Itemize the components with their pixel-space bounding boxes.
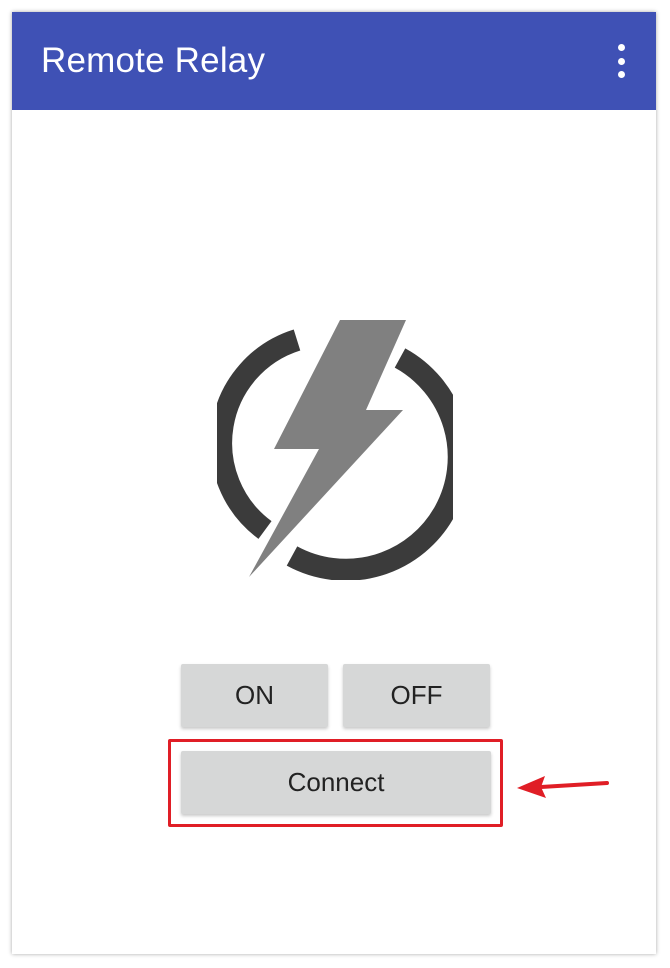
connect-button[interactable]: Connect [181, 751, 491, 814]
menu-dot [617, 57, 625, 65]
app-title: Remote Relay [41, 41, 266, 80]
app-window: Remote Relay ON OFF Connect [12, 12, 656, 954]
power-lightning-bolt-icon [217, 320, 453, 580]
menu-dot [617, 71, 625, 78]
off-button[interactable]: OFF [343, 664, 490, 727]
arrow-left-icon [517, 776, 609, 798]
more-vert-icon[interactable] [606, 41, 636, 81]
on-button[interactable]: ON [181, 664, 328, 727]
menu-dot [617, 44, 625, 51]
app-bar: Remote Relay [12, 12, 656, 110]
